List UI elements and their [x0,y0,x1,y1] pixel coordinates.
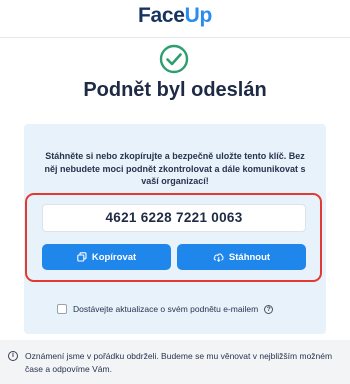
page-title: Podnět byl odeslán [83,79,267,101]
copy-button[interactable]: Kopírovat [42,244,171,270]
key-instructions: Stáhněte si nebo zkopírujte a bezpečně u… [44,151,306,186]
info-notice: i Oznámení jsme v pořádku obdrželi. Bude… [8,350,345,376]
faceup-logo: FaceUp [0,4,350,28]
check-circle-icon [159,44,189,74]
email-updates-label: Dostávejte aktualizace o svém podnětu e-… [73,304,259,314]
logo-prefix: Face [137,4,185,27]
cloud-download-icon [213,253,224,262]
email-updates-checkbox[interactable] [57,304,67,314]
help-icon[interactable]: ? [264,304,274,314]
top-bar: FaceUp [0,0,350,38]
copy-button-label: Kopírovat [91,251,137,263]
info-text: Oznámení jsme v pořádku obdrželi. Budeme… [25,351,333,374]
info-icon: i [8,351,18,361]
download-button[interactable]: Stáhnout [177,244,306,270]
email-updates-option: Dostávejte aktualizace o svém podnětu e-… [57,304,274,314]
copy-icon [77,252,87,262]
download-button-label: Stáhnout [228,251,271,263]
logo-suffix: Up [184,4,213,27]
access-key-field[interactable]: 4621 6228 7221 0063 [42,204,306,232]
